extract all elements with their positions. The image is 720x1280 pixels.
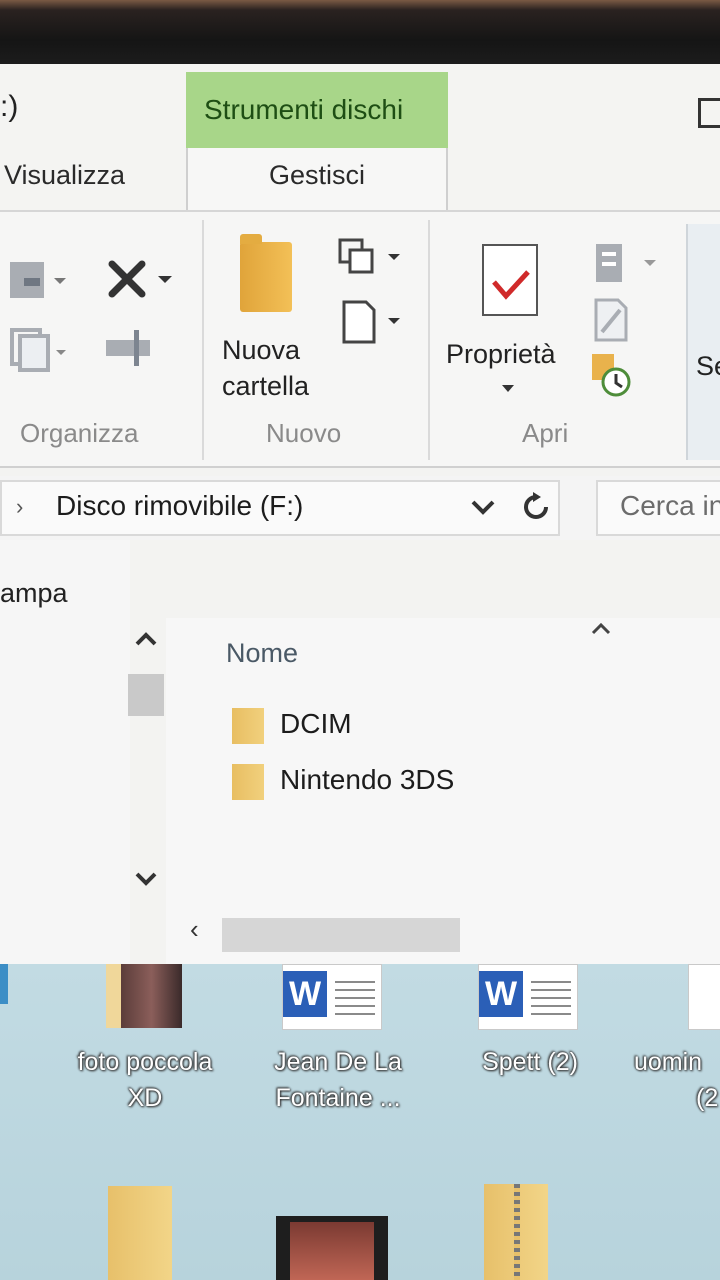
desktop-icon-label: foto poccola [77,1048,213,1076]
desktop-icon-label: uomin [634,1048,703,1076]
properties-label: Proprietà [446,339,556,369]
title-bar: :) Strumenti dischi Visualizza Gestisci [0,64,720,214]
search-placeholder: Cerca in [620,490,720,521]
group-separator [428,220,430,460]
group-label-apri: Apri [522,418,569,448]
desktop-icon-spett[interactable]: W Spett (2) [450,964,610,1124]
file-name: Nintendo 3DS [280,764,455,795]
ribbon: Organizza Nuova cartella Nuovo Proprietà… [0,210,720,468]
breadcrumb-chevron-icon[interactable]: › [16,494,23,520]
scroll-left-icon[interactable]: ‹ [190,914,199,945]
history-icon[interactable] [590,352,634,398]
new-item-icon[interactable] [336,236,406,286]
file-list: Nome DCIM Nintendo 3DS ‹ [166,618,720,964]
column-header-nome[interactable]: Nome [226,638,298,669]
file-name: DCIM [280,708,352,739]
horizontal-scroll-thumb[interactable] [222,918,460,952]
search-input[interactable]: Cerca in [596,480,720,536]
navigation-pane: ampa [0,540,130,964]
desktop-icon-foto[interactable]: foto poccola XD [50,964,240,1124]
scroll-down-icon[interactable] [134,870,158,888]
folder-icon [232,764,264,800]
video-file-icon[interactable] [276,1216,388,1280]
new-folder-icon[interactable] [240,234,292,312]
copy-to-icon[interactable] [8,324,68,374]
tab-gestisci[interactable]: Gestisci [186,148,448,214]
easy-access-icon[interactable] [336,296,406,352]
image-file-icon [106,964,182,1028]
maximize-icon[interactable] [698,98,720,128]
sort-up-icon [590,616,612,642]
desktop-icon-label: XD [127,1084,163,1112]
nav-scrollbar[interactable] [126,630,166,960]
desktop-icon-label: (2 [696,1084,719,1112]
address-bar[interactable]: › Disco rimovibile (F:) [0,480,560,536]
group-separator [202,220,204,460]
properties-button[interactable]: Proprietà [446,336,556,372]
chevron-down-icon[interactable] [500,382,516,394]
group-label-nuovo: Nuovo [266,418,342,448]
refresh-icon[interactable] [520,490,552,524]
scroll-up-icon[interactable] [134,630,158,648]
word-document-icon: W [478,964,578,1030]
desktop-icon-label: Fontaine ... [275,1084,401,1112]
document-icon [688,964,720,1030]
window-title: :) [0,90,19,123]
select-group[interactable]: Se [686,224,720,460]
address-path: Disco rimovibile (F:) [56,490,304,521]
context-tab-label: Strumenti dischi [204,94,404,125]
desktop-icon-left-edge[interactable] [0,964,8,1004]
desktop-icon-jean[interactable]: W Jean De La Fontaine ... [258,964,418,1124]
edit-icon[interactable] [592,296,632,346]
word-document-icon: W [282,964,382,1030]
desktop-icon-label: Spett (2) [482,1048,578,1076]
context-tab-header: Strumenti dischi [186,72,448,150]
address-dropdown-icon[interactable] [468,492,498,522]
move-to-icon[interactable] [8,256,68,306]
delete-icon[interactable] [104,256,178,306]
file-explorer-window: :) Strumenti dischi Visualizza Gestisci [0,64,720,964]
address-row: › Disco rimovibile (F:) Cerca in [0,476,720,540]
desktop-icon-uomin[interactable]: uomin (2 [630,964,720,1124]
zip-folder-icon[interactable] [484,1184,548,1280]
folder-icon [232,708,264,744]
desktop-icon-label: Jean De La [274,1048,402,1076]
group-label-organizza: Organizza [20,418,139,448]
desktop: foto poccola XD W Jean De La Fontaine ..… [0,964,720,1280]
tab-visualizza[interactable]: Visualizza [4,160,125,191]
monitor-bezel [0,0,720,64]
open-icon[interactable] [592,240,662,290]
new-folder-button[interactable]: Nuova cartella [222,332,334,404]
rename-icon[interactable] [104,324,154,374]
nav-item[interactable]: ampa [0,578,68,609]
scroll-thumb[interactable] [128,674,164,716]
properties-icon[interactable] [482,244,538,316]
select-label: Se [696,351,720,381]
desktop-folder-icon[interactable] [108,1186,172,1280]
new-folder-label: Nuova cartella [222,335,310,401]
